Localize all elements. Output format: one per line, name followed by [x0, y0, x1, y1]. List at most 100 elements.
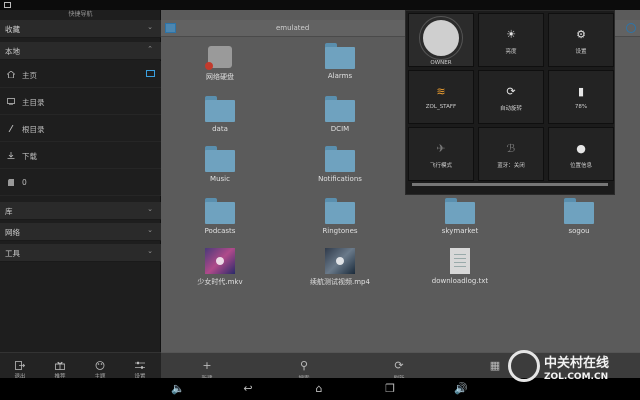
sdcard-icon: [8, 179, 14, 186]
file-item[interactable]: Music: [180, 146, 260, 183]
gift-icon: [55, 361, 65, 370]
wifi-icon: ≋: [436, 85, 446, 98]
section-tools[interactable]: 工具 ⌄: [0, 244, 161, 262]
folder-icon: [205, 198, 235, 224]
file-item[interactable]: skymarket: [420, 198, 500, 235]
folder-icon: [325, 96, 355, 122]
sidebar-item-label: 主目录: [22, 98, 45, 107]
file-name: 网络硬盘: [206, 73, 234, 81]
file-item[interactable]: DCIM: [300, 96, 380, 133]
section-network[interactable]: 网络 ⌄: [0, 223, 161, 241]
battery-tile[interactable]: ▮ 78%: [548, 70, 614, 124]
sidebar-item-sdcard[interactable]: 0: [0, 169, 161, 196]
file-item[interactable]: Ringtones: [300, 198, 380, 235]
folder-view-icon[interactable]: [165, 23, 176, 33]
battery-icon: ▮: [577, 85, 585, 98]
file-item[interactable]: Notifications: [300, 146, 380, 183]
sidebar-item-root[interactable]: 根目录: [0, 115, 161, 142]
sidebar-item-home-dir[interactable]: 主目录: [0, 88, 161, 115]
sidebar-item-download[interactable]: 下载: [0, 142, 161, 169]
disk-icon: [205, 43, 235, 70]
watermark-url: ZOL.COM.CN: [544, 372, 609, 382]
search-icon: ⚲: [299, 359, 309, 372]
wifi-tile[interactable]: ≋ ZOL_STAFF: [408, 70, 474, 124]
file-item[interactable]: Alarms: [300, 43, 380, 80]
device-icon: [7, 98, 15, 105]
plus-icon: +: [202, 359, 212, 372]
notification-icon: [4, 2, 11, 8]
section-library[interactable]: 库 ⌄: [0, 202, 161, 220]
video-thumbnail: [205, 248, 235, 274]
bluetooth-icon: ℬ: [506, 142, 516, 155]
location-tile[interactable]: ● 位置信息: [548, 127, 614, 181]
status-bar: [0, 0, 640, 10]
folder-icon: [325, 43, 355, 69]
folder-icon: [325, 198, 355, 224]
watermark-text: 中关村在线: [544, 356, 610, 371]
file-name: DCIM: [330, 125, 350, 133]
play-icon: [216, 257, 224, 265]
section-label: 网络: [5, 228, 20, 237]
rotate-tile[interactable]: ⟳ 自动旋转: [478, 70, 544, 124]
settings-tile[interactable]: ⚙ 设置: [548, 13, 614, 67]
chevron-down-icon: ⌄: [147, 226, 153, 234]
recents-icon[interactable]: ❐: [380, 382, 400, 396]
tile-label: ZOL_STAFF: [425, 104, 457, 110]
file-name: sogou: [568, 227, 590, 235]
section-favorites[interactable]: 收藏 ⌄: [0, 20, 161, 38]
folder-icon: [325, 146, 355, 172]
airplane-icon: ✈: [436, 142, 446, 155]
tile-label: 位置信息: [569, 163, 592, 169]
current-path[interactable]: emulated: [276, 24, 309, 32]
sidebar-item-home[interactable]: 主页: [0, 61, 161, 88]
location-icon: ●: [576, 142, 586, 155]
airplane-tile[interactable]: ✈ 飞行模式: [408, 127, 474, 181]
chevron-down-icon: ⌄: [147, 23, 153, 31]
file-name: Alarms: [327, 72, 353, 80]
file-item[interactable]: 续航测试视频.mp4: [300, 248, 380, 287]
brightness-tile[interactable]: ☀ 亮度: [478, 13, 544, 67]
section-local[interactable]: 本地 ⌃: [0, 42, 161, 60]
home-button-icon[interactable]: ⌂: [309, 382, 329, 396]
file-item[interactable]: downloadlog.txt: [420, 248, 500, 285]
file-name: 续航测试视频.mp4: [310, 278, 370, 286]
section-label: 库: [5, 207, 13, 216]
back-icon[interactable]: ↩: [238, 382, 258, 396]
chevron-down-icon: ⌄: [147, 247, 153, 255]
panel-handle[interactable]: [412, 183, 608, 186]
file-name: Notifications: [318, 175, 362, 183]
file-name: 少女时代.mkv: [197, 278, 243, 286]
chevron-up-icon: ⌃: [147, 45, 153, 53]
owner-tile[interactable]: OWNER: [408, 13, 474, 67]
brightness-icon: ☀: [506, 28, 516, 41]
rotate-icon: ⟳: [506, 85, 516, 98]
palette-icon: [95, 361, 105, 370]
zol-logo: [508, 350, 540, 382]
file-item[interactable]: 少女时代.mkv: [180, 248, 260, 287]
file-item[interactable]: sogou: [539, 198, 619, 235]
window-icon[interactable]: [146, 70, 155, 77]
file-item[interactable]: data: [180, 96, 260, 133]
tile-label: 亮度: [505, 49, 517, 55]
avatar: [420, 17, 462, 59]
sidebar-item-label: 主页: [22, 71, 37, 80]
volume-down-icon[interactable]: 🔈: [168, 382, 188, 396]
home-icon: [7, 71, 15, 78]
folder-icon: [205, 146, 235, 172]
close-circle-icon[interactable]: [626, 23, 636, 33]
folder-icon: [205, 96, 235, 122]
tile-label: 设置: [575, 49, 587, 55]
volume-up-icon[interactable]: 🔊: [451, 382, 471, 396]
file-name: skymarket: [441, 227, 479, 235]
owner-label: OWNER: [430, 60, 452, 66]
file-item[interactable]: 网络硬盘: [180, 43, 260, 82]
section-label: 本地: [5, 47, 20, 56]
file-item[interactable]: Podcasts: [180, 198, 260, 235]
sidebar-title: 快捷导航: [68, 11, 93, 18]
file-name: Ringtones: [322, 227, 358, 235]
exit-icon: [15, 361, 25, 370]
sliders-icon: [135, 361, 145, 369]
sidebar-item-label: 下载: [22, 152, 37, 161]
sidebar-item-label: 根目录: [22, 125, 45, 134]
bluetooth-tile[interactable]: ℬ 蓝牙：关闭: [478, 127, 544, 181]
